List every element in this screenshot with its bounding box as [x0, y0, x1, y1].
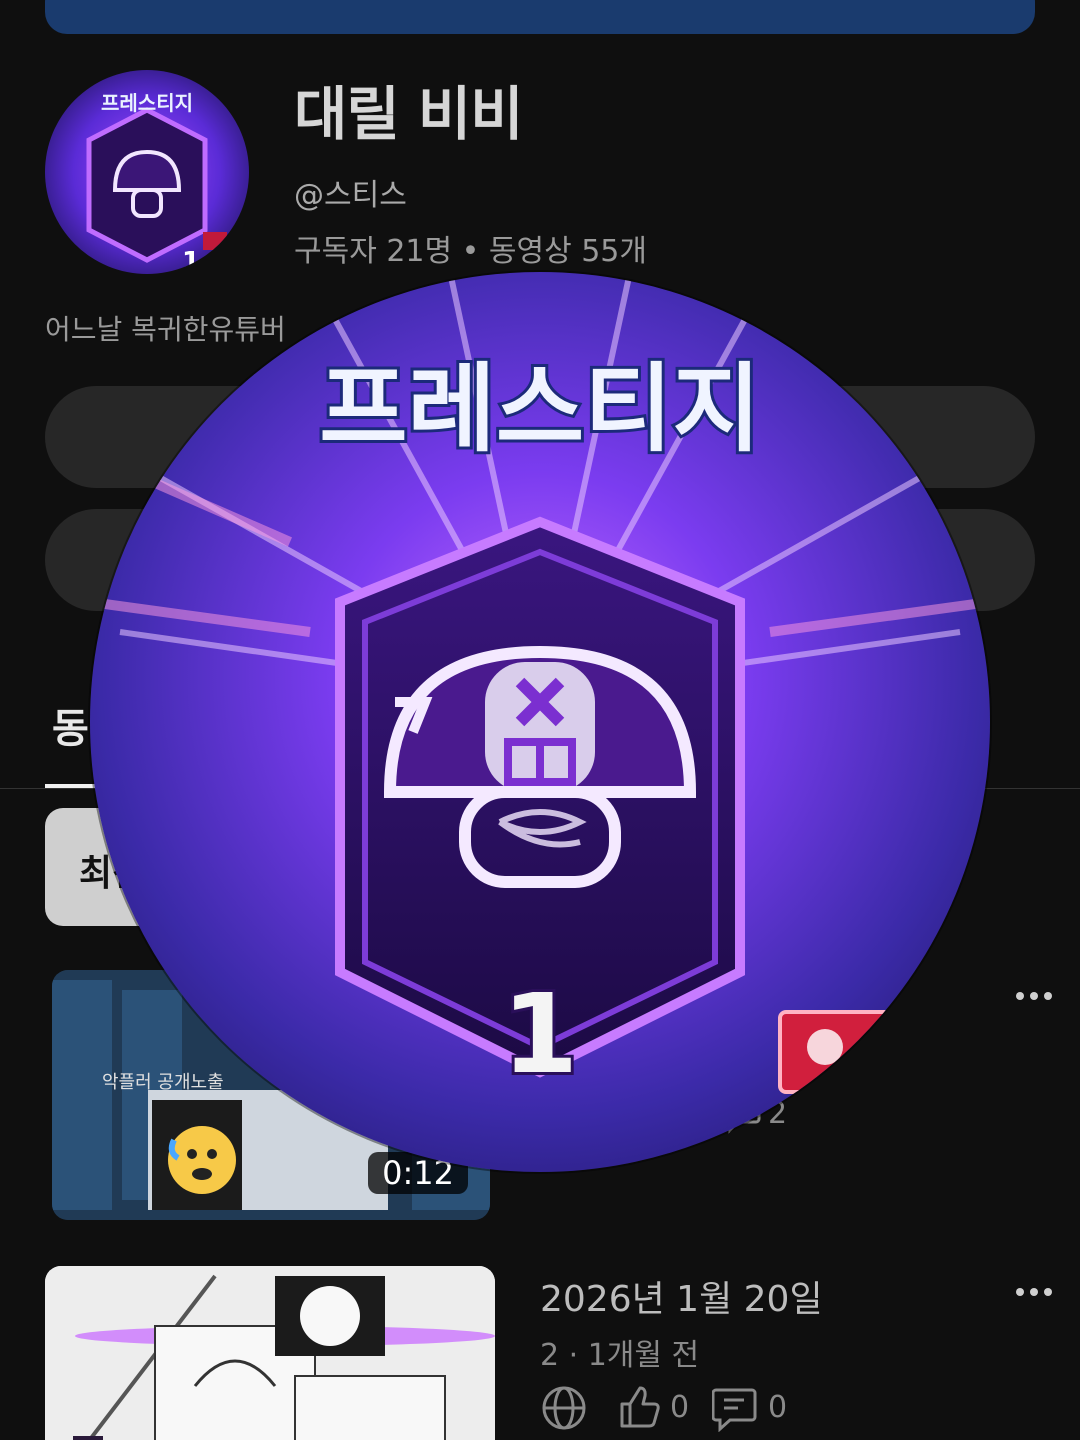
- more-options-icon[interactable]: [1014, 1272, 1054, 1312]
- channel-page: 프레스티지 1 대릴 비비 @스티스 구독자 21명 • 동영상 55개 어느날…: [0, 0, 1080, 1440]
- avatar-banner-text: 프레스티지: [101, 91, 193, 115]
- prestige-badge-image-large: 프레스티지 1: [90, 272, 990, 1172]
- video-date: 2026년 1월 20일: [540, 1279, 823, 1320]
- video-thumb-text: 악플러 공개노출: [102, 1072, 224, 1093]
- like-icon[interactable]: [616, 1384, 662, 1430]
- avatar-preview-overlay[interactable]: 프레스티지 1: [90, 272, 990, 1172]
- video-thumbnail[interactable]: [45, 1266, 495, 1440]
- prestige-badge-image: 프레스티지 1: [45, 70, 249, 274]
- prestige-title-text: 프레스티지: [319, 353, 761, 465]
- channel-handle: @스티스: [294, 178, 407, 213]
- comment-count: 0: [768, 1390, 788, 1425]
- like-count: 0: [670, 1390, 690, 1425]
- video-meta: 2 · 1개월 전: [540, 1338, 700, 1373]
- video-thumbnail-image: [45, 1266, 495, 1440]
- prestige-level-text: 1: [502, 970, 579, 1098]
- globe-icon: [542, 1386, 586, 1430]
- top-banner-bar[interactable]: [45, 0, 1035, 34]
- channel-avatar[interactable]: 프레스티지 1: [45, 70, 249, 274]
- comment-icon[interactable]: [712, 1386, 758, 1432]
- more-options-icon[interactable]: [1014, 976, 1054, 1016]
- avatar-level-text: 1: [182, 247, 200, 274]
- channel-description[interactable]: 어느날 복귀한유튜버: [45, 308, 286, 348]
- channel-name: 대릴 비비: [294, 80, 524, 148]
- channel-stats: 구독자 21명 • 동영상 55개: [294, 234, 647, 269]
